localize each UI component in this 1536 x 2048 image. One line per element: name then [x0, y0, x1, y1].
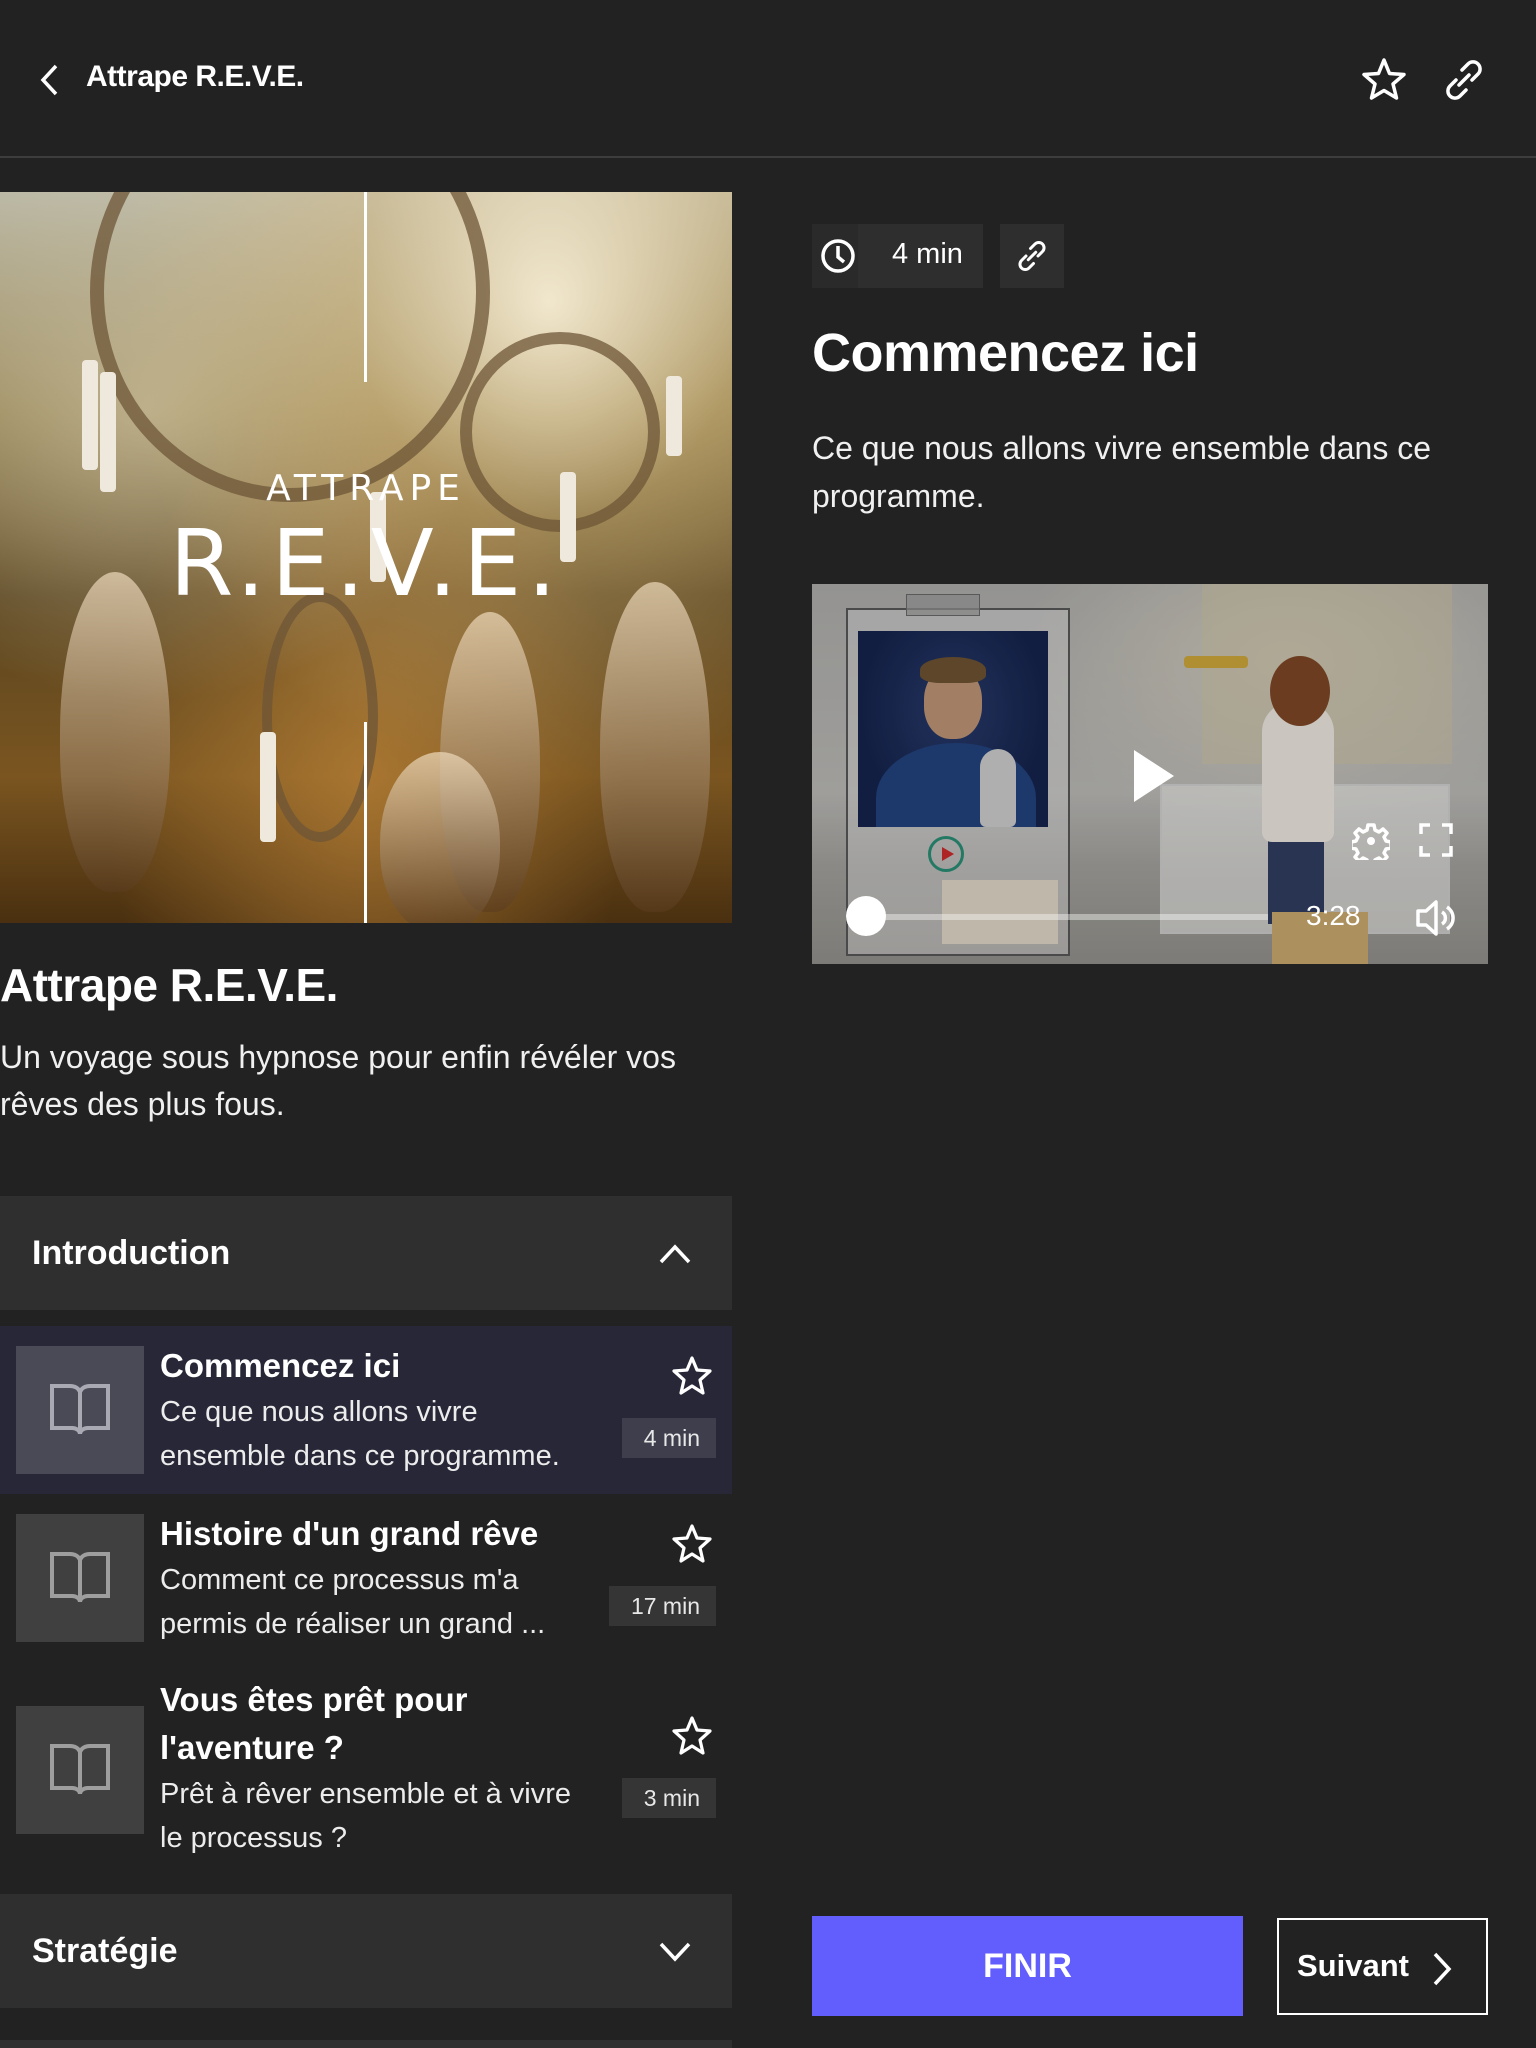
section-header-strategie[interactable]: Stratégie [0, 1894, 732, 2008]
course-cover-image: ATTRAPE R.E.V.E. [0, 192, 732, 923]
lesson-item[interactable]: Vous êtes prêt pour l'aventure ? Prêt à … [0, 1662, 732, 1862]
book-open-icon [50, 1552, 110, 1603]
finish-button[interactable]: FINIR [812, 1916, 1243, 2016]
chevron-left-icon [40, 64, 58, 96]
lesson-duration-badge: 3 min [621, 1778, 716, 1818]
chevron-right-icon [1433, 1952, 1452, 1986]
star-outline-icon [1362, 58, 1406, 100]
divider-line [364, 192, 367, 382]
cover-title-line2: R.E.V.E. [169, 510, 563, 617]
lesson-duration-badge: 17 min [608, 1586, 716, 1626]
lesson-title: Commencez ici [160, 1347, 401, 1384]
lesson-description: Prêt à rêver ensemble et à vivre le proc… [160, 1778, 572, 1854]
copy-lesson-link-button[interactable] [1000, 224, 1064, 288]
dreamcatcher-ring [262, 592, 378, 842]
book-open-icon [50, 1744, 110, 1795]
clock-icon [821, 239, 855, 273]
lesson-description: Comment ce processus m'a permis de réali… [160, 1558, 600, 1646]
volume-icon[interactable] [1414, 896, 1458, 940]
gear-icon[interactable] [1352, 822, 1390, 860]
chevron-up-icon [659, 1244, 691, 1264]
divider-line [364, 722, 367, 923]
lesson-description: Ce que nous allons vivre ensemble dans c… [160, 1396, 560, 1472]
chevron-down-icon [659, 1942, 691, 1962]
lesson-thumbnail [16, 1514, 144, 1642]
next-button[interactable]: Suivant [1277, 1918, 1488, 2015]
lesson-duration-badge: 4 min [621, 1418, 716, 1458]
dreamcatcher-ring [90, 192, 490, 502]
fullscreen-icon[interactable] [1418, 822, 1454, 858]
bead [666, 376, 682, 456]
lesson-duration-chip: 4 min [812, 224, 983, 288]
section-label: Stratégie [32, 1932, 178, 1970]
link-icon [1446, 60, 1482, 100]
book-open-icon [50, 1384, 110, 1435]
copy-link-button[interactable] [1440, 56, 1488, 104]
video-progress-track[interactable] [848, 914, 1268, 920]
section-header-next[interactable] [0, 2040, 732, 2048]
section-label: Introduction [32, 1234, 231, 1272]
lesson-thumbnail [16, 1706, 144, 1834]
star-outline-icon[interactable] [670, 1522, 714, 1566]
section-header-introduction[interactable]: Introduction [0, 1196, 732, 1310]
bead [82, 360, 98, 470]
link-icon [1018, 240, 1046, 272]
course-description: Un voyage sous hypnose pour enfin révéle… [0, 1039, 676, 1122]
next-button-label: Suivant [1297, 1948, 1409, 1983]
lesson-summary: Ce que nous allons vivre ensemble dans c… [812, 430, 1432, 514]
lesson-item[interactable]: Commencez ici Ce que nous allons vivre e… [0, 1326, 732, 1494]
page-title: Attrape R.E.V.E. [86, 60, 304, 93]
feather [380, 752, 500, 923]
lesson-title: Histoire d'un grand rêve [160, 1515, 539, 1552]
play-icon[interactable] [1132, 748, 1176, 804]
lesson-duration: 4 min [892, 238, 963, 270]
lesson-title: Vous êtes prêt pour l'aventure ? [160, 1681, 468, 1766]
video-time: 3:28 [1306, 900, 1361, 931]
cover-title-line1: ATTRAPE [266, 468, 466, 509]
star-outline-icon[interactable] [670, 1714, 714, 1758]
lesson-thumbnail [16, 1346, 144, 1474]
feather [60, 572, 170, 892]
top-bar: Attrape R.E.V.E. [0, 0, 1536, 158]
lesson-item[interactable]: Histoire d'un grand rêve Comment ce proc… [0, 1494, 732, 1662]
video-progress-handle[interactable] [846, 896, 886, 936]
back-button[interactable] [36, 62, 64, 98]
star-outline-icon[interactable] [670, 1354, 714, 1398]
feather [600, 582, 710, 912]
lesson-description-line: Comment ce processus m'a [160, 1564, 519, 1596]
course-title: Attrape R.E.V.E. [0, 959, 338, 1011]
bead [260, 732, 276, 842]
lesson-description-line: permis de réaliser un grand ... [160, 1608, 546, 1640]
clock-icon-box [812, 224, 858, 288]
favorite-button[interactable] [1360, 56, 1408, 104]
video-player[interactable]: 3:28 [812, 584, 1488, 964]
lesson-heading: Commencez ici [812, 323, 1199, 383]
